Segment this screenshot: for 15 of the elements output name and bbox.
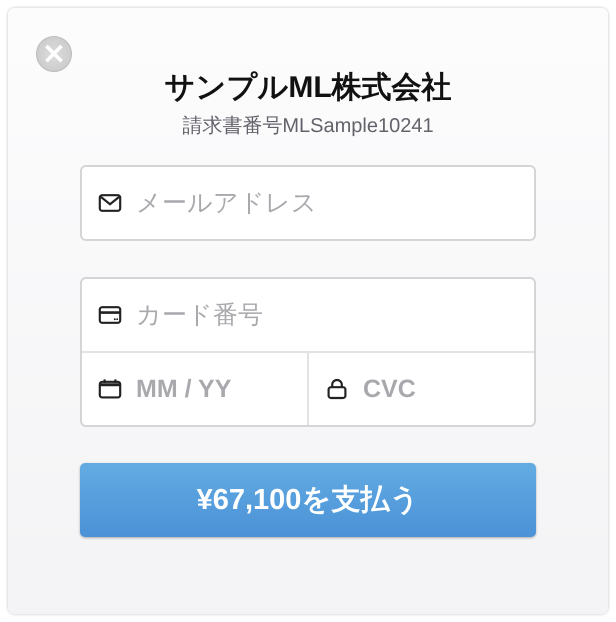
card-number-field[interactable]: カード番号 — [82, 279, 534, 351]
merchant-title: サンプルML株式会社 — [164, 70, 452, 106]
pay-button[interactable]: ¥67,100を支払う — [80, 463, 536, 537]
lock-icon — [325, 377, 349, 401]
expiry-input[interactable]: MM / YY — [136, 374, 291, 404]
cvc-input[interactable]: CVC — [363, 374, 518, 404]
mail-icon — [98, 191, 122, 215]
invoice-number: 請求書番号MLSample10241 — [182, 114, 434, 139]
email-field[interactable]: メールアドレス — [82, 167, 534, 239]
credit-card-icon — [98, 303, 122, 327]
cvc-field[interactable]: CVC — [309, 353, 534, 425]
close-button[interactable]: × — [36, 36, 72, 72]
calendar-icon — [98, 377, 122, 401]
card-number-input[interactable]: カード番号 — [136, 300, 518, 330]
expiry-field[interactable]: MM / YY — [82, 353, 307, 425]
